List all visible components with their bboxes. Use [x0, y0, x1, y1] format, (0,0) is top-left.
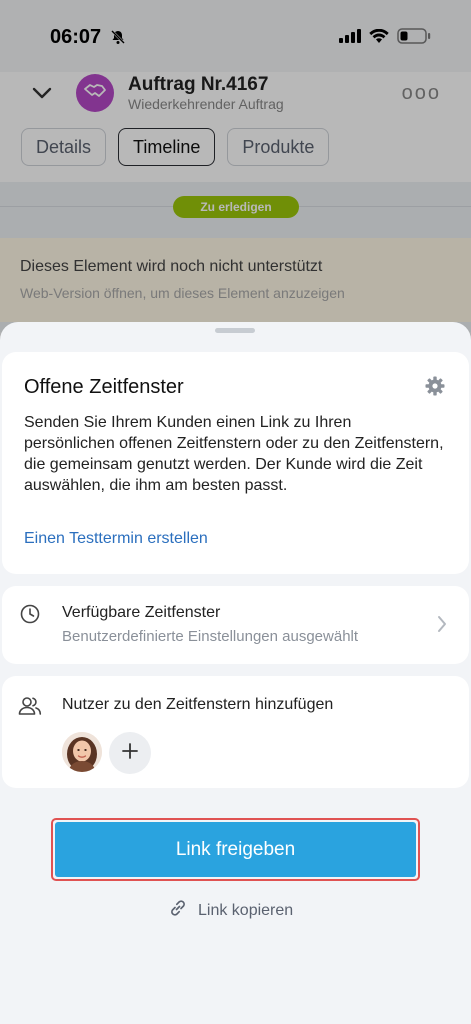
copy-link-button[interactable]: Link kopieren [168, 898, 293, 923]
users-icon [18, 696, 42, 721]
plus-icon [121, 742, 139, 765]
create-test-appointment-link[interactable]: Einen Testtermin erstellen [24, 530, 208, 548]
available-slots-row[interactable]: Verfügbare Zeitfenster Benutzerdefiniert… [2, 586, 469, 664]
chevron-right-icon [437, 615, 447, 638]
open-slots-description: Senden Sie Ihrem Kunden einen Link zu Ih… [24, 414, 444, 494]
copy-link-label: Link kopieren [198, 901, 294, 919]
user-avatar[interactable] [62, 732, 102, 772]
sheet-drag-handle[interactable] [215, 328, 255, 333]
open-slots-title: Offene Zeitfenster [24, 376, 184, 398]
open-slots-card: Offene Zeitfenster Senden Sie Ihrem Kund… [2, 352, 469, 574]
clock-icon [20, 604, 40, 629]
bottom-sheet: Offene Zeitfenster Senden Sie Ihrem Kund… [0, 322, 471, 1024]
available-slots-subtitle: Benutzerdefinierte Einstellungen ausgewä… [62, 628, 359, 645]
share-link-button[interactable]: Link freigeben [55, 822, 416, 877]
link-icon [168, 898, 188, 923]
gear-icon[interactable] [425, 376, 445, 401]
available-slots-title: Verfügbare Zeitfenster [62, 604, 221, 621]
add-users-title: Nutzer zu den Zeitfenstern hinzufügen [62, 696, 334, 713]
add-user-button[interactable] [109, 732, 151, 774]
add-users-card: Nutzer zu den Zeitfenstern hinzufügen [2, 676, 469, 788]
